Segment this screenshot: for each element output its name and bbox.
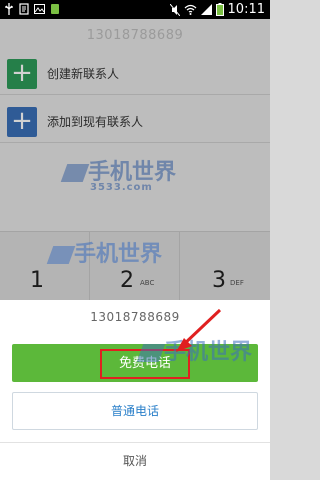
- status-right-icons: 10:11: [169, 2, 265, 17]
- file-icon: [19, 3, 29, 15]
- status-bar: 10:11: [0, 0, 270, 19]
- usb-icon: [5, 3, 13, 15]
- battery-icon: [215, 3, 224, 16]
- image-icon: [34, 4, 45, 14]
- status-time: 10:11: [227, 2, 265, 17]
- cancel-button[interactable]: 取消: [0, 443, 270, 480]
- normal-call-button[interactable]: 普通电话: [12, 392, 258, 430]
- annotation-arrow-icon: [176, 308, 222, 352]
- signal-icon: [200, 4, 212, 15]
- wifi-icon: [184, 4, 196, 15]
- battery-app-icon: [51, 4, 59, 14]
- dim-overlay: [0, 19, 270, 300]
- status-left-icons: [4, 3, 60, 15]
- silent-icon: [169, 3, 180, 16]
